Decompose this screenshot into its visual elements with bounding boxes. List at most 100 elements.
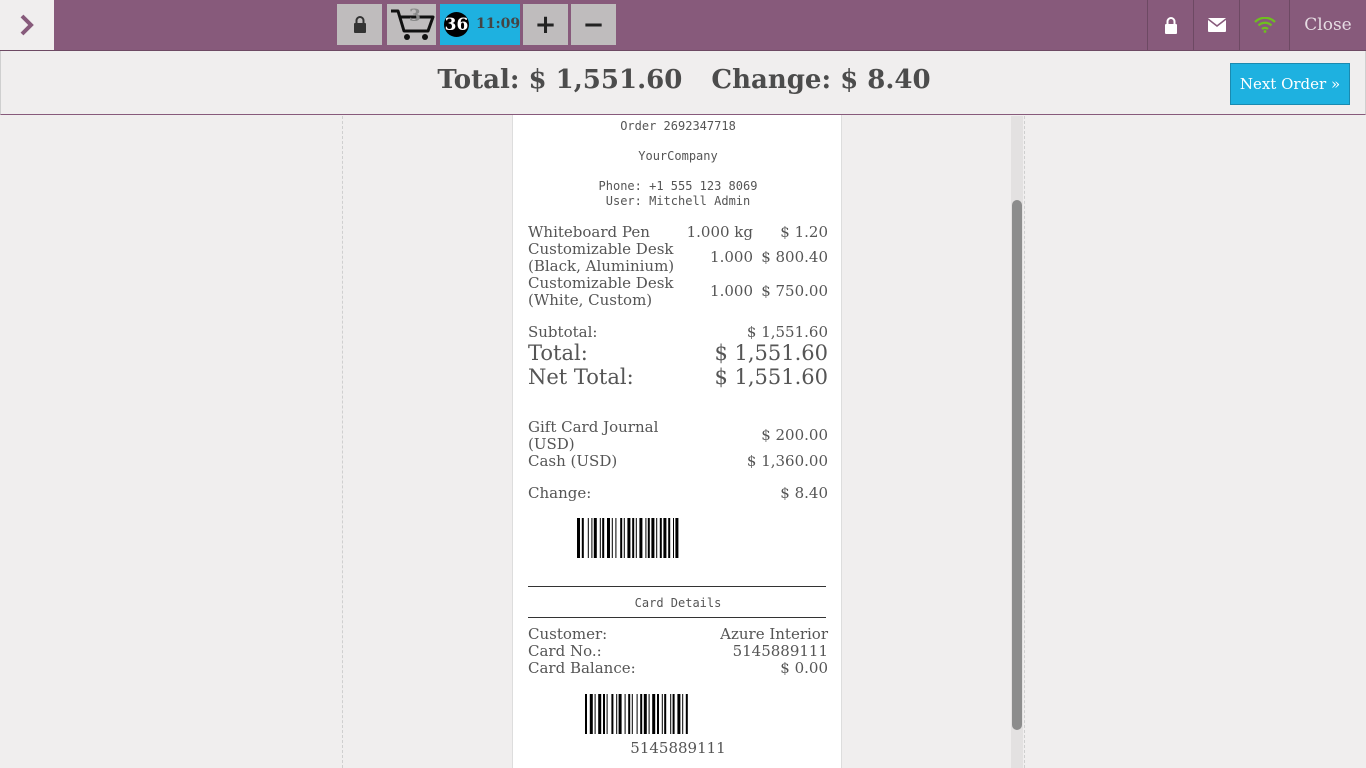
payment-method: Gift Card Journal (USD) [528, 418, 659, 453]
barcode-bar [618, 694, 622, 734]
barcode-bar [636, 694, 638, 734]
barcode-bar [591, 518, 593, 558]
barcode-bar [611, 518, 613, 558]
barcode-bar [627, 518, 631, 558]
change-value: $ 8.40 [780, 484, 828, 502]
barcode-bar [651, 518, 655, 558]
barcode-bar [589, 694, 593, 734]
divider [528, 617, 826, 618]
barcode-bar [635, 518, 637, 558]
customer-label: Customer: [528, 625, 608, 643]
delete-order-button[interactable]: − [571, 4, 616, 45]
top-bar: 3 36 11:09 + − Close [0, 0, 1366, 51]
scrollbar-thumb[interactable] [1012, 200, 1022, 730]
total-amount: Total: $ 1,551.60 [437, 65, 683, 95]
current-order-tab[interactable]: 36 11:09 [440, 4, 520, 45]
barcode-bar [581, 518, 584, 558]
barcode-bar [685, 694, 688, 734]
lock-icon [353, 16, 366, 33]
total-label: Total: [528, 341, 588, 365]
barcode-bar [587, 518, 589, 558]
barcode-bar [616, 694, 618, 734]
barcode-bar [677, 694, 681, 734]
barcode-bar [611, 694, 614, 734]
barcode-bar [672, 694, 675, 734]
right-tools: Close [1147, 0, 1366, 50]
product-qty: 1.000 [710, 248, 753, 266]
payment-amount: $ 1,360.00 [746, 452, 828, 470]
chevron-right-icon [20, 14, 34, 36]
barcode-bar [620, 518, 623, 558]
menu-toggle-button[interactable] [0, 0, 54, 50]
connection-status[interactable] [1239, 0, 1289, 50]
barcode-bar [577, 518, 580, 558]
card-barcode-text: 5145889111 [630, 739, 726, 757]
barcode-bar [663, 518, 667, 558]
product-price: $ 800.40 [761, 248, 828, 266]
cart-count: 3 [409, 6, 421, 26]
company-name: YourCompany [638, 149, 718, 163]
barcode-bar [603, 694, 605, 734]
barcode-bar [594, 694, 596, 734]
product-name: Whiteboard Pen [528, 223, 650, 241]
barcode-bar [632, 518, 635, 558]
order-time: 11:09 [476, 16, 521, 32]
barcode-bar [639, 518, 643, 558]
barcode-bar [648, 694, 650, 734]
change-amount: Change: $ 8.40 [711, 65, 931, 95]
next-order-button[interactable]: Next Order » [1230, 63, 1350, 105]
product-qty: 1.000 kg [686, 223, 753, 241]
barcode-bar [675, 518, 679, 558]
barcode-bar [602, 518, 605, 558]
card-details-title: Card Details [634, 596, 722, 610]
payment-summary-bar: Total: $ 1,551.60 Change: $ 8.40 Next Or… [0, 51, 1366, 115]
barcode-bar [628, 694, 631, 734]
barcode-bar [606, 694, 608, 734]
product-price: $ 750.00 [761, 282, 828, 300]
envelope-icon [1207, 18, 1226, 32]
barcode-bar [657, 694, 659, 734]
card-barcode [585, 694, 688, 734]
subtotal-value: $ 1,551.60 [746, 323, 828, 341]
barcode-bar [607, 518, 610, 558]
payment-method: Cash (USD) [528, 452, 618, 470]
new-order-button[interactable]: + [523, 4, 568, 45]
receipt: Order 2692347718 YourCompany Phone: +1 5… [512, 115, 842, 768]
barcode-bar [645, 518, 647, 558]
barcode-bar [670, 694, 672, 734]
lock-button[interactable] [337, 4, 382, 45]
wifi-icon [1253, 17, 1276, 33]
net-total-value: $ 1,551.60 [714, 365, 828, 389]
total-value: $ 1,551.60 [714, 341, 828, 365]
net-total-label: Net Total: [528, 365, 634, 389]
order-number-badge: 36 [444, 12, 469, 37]
barcode-bar [624, 694, 626, 734]
barcode-bar [682, 694, 684, 734]
barcode-bar [599, 518, 601, 558]
barcode-bar [647, 518, 650, 558]
payment-amount: $ 200.00 [761, 426, 828, 444]
divider [342, 116, 343, 768]
barcode-bar [673, 518, 674, 558]
card-number-value: 5145889111 [732, 642, 828, 660]
divider [1024, 116, 1025, 768]
barcode-bar [593, 518, 597, 558]
barcode-bar [656, 518, 658, 558]
customer-value: Azure Interior [720, 625, 828, 643]
cashier: User: Mitchell Admin [605, 194, 751, 208]
product-name: Customizable Desk (Black, Aluminium) [528, 240, 675, 275]
barcode-bar [664, 694, 667, 734]
messages-button[interactable] [1193, 0, 1239, 50]
product-price: $ 1.20 [780, 223, 828, 241]
barcode-bar [668, 518, 671, 558]
order-reference: Order 2692347718 [620, 119, 736, 133]
divider [528, 586, 826, 587]
cart-button[interactable]: 3 [387, 4, 436, 45]
subtotal-label: Subtotal: [528, 323, 598, 341]
lock-screen-button[interactable] [1147, 0, 1193, 50]
close-button[interactable]: Close [1289, 0, 1366, 50]
company-phone: Phone: +1 555 123 8069 [598, 179, 758, 193]
lock-icon [1164, 16, 1177, 34]
change-label: Change: [528, 484, 592, 502]
barcode-bar [661, 694, 663, 734]
